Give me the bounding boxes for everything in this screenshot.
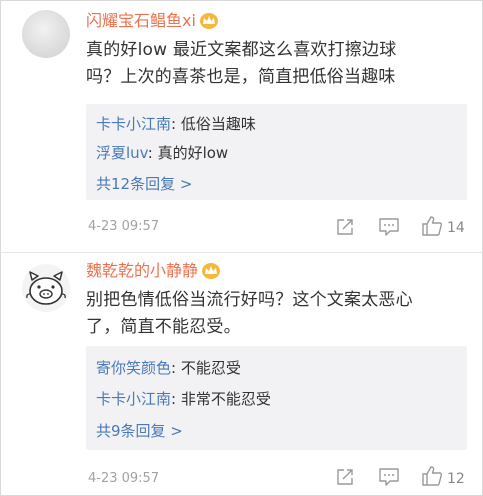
pig-avatar-icon	[26, 271, 66, 305]
reply-box: 卡卡小江南: 低俗当趣味 浮夏luv: 真的好low 共12条回复 >	[86, 104, 467, 200]
thumbs-up-icon[interactable]	[421, 215, 443, 241]
reply-separator: :	[171, 359, 181, 377]
comment-icon[interactable]	[378, 217, 400, 241]
reply-separator: :	[171, 115, 181, 133]
reply-item[interactable]: 卡卡小江南: 低俗当趣味	[96, 114, 256, 134]
timestamp: 4-23 09:57	[88, 219, 160, 234]
share-icon[interactable]	[335, 467, 355, 491]
reply-item[interactable]: 卡卡小江南: 非常不能忍受	[96, 389, 271, 409]
comment-icon[interactable]	[378, 467, 400, 491]
comment-header: 魏乾乾的小静静	[86, 261, 221, 281]
more-replies-link[interactable]: 共12条回复 >	[96, 174, 192, 194]
like-count: 12	[447, 471, 465, 487]
comment-item: 闪耀宝石鲳鱼xi 真的好low 最近文案都这么喜欢打擦边球 吗？上次的喜茶也是，…	[0, 0, 483, 252]
like-count: 14	[447, 220, 465, 236]
comment-text-line: 吗？上次的喜茶也是，简直把低俗当趣味	[86, 67, 396, 87]
reply-separator: :	[171, 390, 181, 408]
crown-badge-icon	[202, 263, 221, 279]
comment-item: 魏乾乾的小静静 别把色情低俗当流行好吗？这个文案太恶心 了，简直不能忍受。 寄你…	[0, 252, 483, 496]
avatar[interactable]	[22, 264, 70, 312]
comment-text: 真的好low 最近文案都这么喜欢打擦边球 吗？上次的喜茶也是，简直把低俗当趣味	[86, 37, 476, 91]
reply-separator: :	[147, 144, 158, 162]
reply-item[interactable]: 寄你笑颜色: 不能忍受	[96, 358, 241, 378]
crown-badge-icon	[199, 13, 218, 29]
comment-text-line: 了，简直不能忍受。	[86, 317, 241, 337]
reply-username[interactable]: 寄你笑颜色	[96, 359, 171, 377]
comment-text: 别把色情低俗当流行好吗？这个文案太恶心 了，简直不能忍受。	[86, 287, 476, 341]
reply-item[interactable]: 浮夏luv: 真的好low	[96, 143, 228, 163]
avatar[interactable]	[22, 10, 70, 58]
reply-username[interactable]: 浮夏luv	[96, 144, 148, 162]
reply-text: 不能忍受	[180, 359, 241, 377]
reply-text: 低俗当趣味	[180, 115, 256, 133]
username[interactable]: 魏乾乾的小静静	[86, 261, 198, 281]
thumbs-up-icon[interactable]	[421, 465, 443, 491]
more-replies-link[interactable]: 共9条回复 >	[96, 421, 183, 441]
reply-text: 非常不能忍受	[180, 390, 271, 408]
timestamp: 4-23 09:57	[88, 471, 160, 486]
share-icon[interactable]	[335, 217, 355, 241]
comment-text-line: 真的好low 最近文案都这么喜欢打擦边球	[86, 40, 397, 60]
reply-text: 真的好low	[157, 144, 229, 162]
comment-text-line: 别把色情低俗当流行好吗？这个文案太恶心	[86, 290, 413, 310]
comment-header: 闪耀宝石鲳鱼xi	[86, 11, 218, 31]
reply-box: 寄你笑颜色: 不能忍受 卡卡小江南: 非常不能忍受 共9条回复 >	[86, 346, 467, 450]
username[interactable]: 闪耀宝石鲳鱼xi	[86, 11, 196, 31]
reply-username[interactable]: 卡卡小江南	[96, 115, 171, 133]
reply-username[interactable]: 卡卡小江南	[96, 390, 171, 408]
